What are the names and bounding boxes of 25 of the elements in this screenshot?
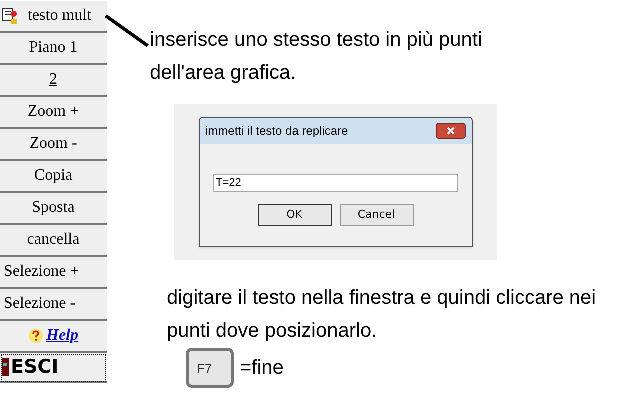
- toolbar-button[interactable]: Sposta: [0, 193, 107, 225]
- dialog-title: immetti il testo da replicare: [206, 123, 348, 140]
- toolbar-button[interactable]: cancella: [0, 225, 107, 257]
- toolbar-button[interactable]: Selezione -: [0, 289, 107, 321]
- instruction-text: digitare il testo nella finestra e quindi cliccare nei punti dove posizionarlo.: [167, 286, 598, 344]
- toolbar-button[interactable]: testo mult: [0, 1, 107, 33]
- key-meaning: =fine: [240, 356, 284, 381]
- help-button[interactable]: Help: [0, 321, 107, 353]
- dialog-button[interactable]: Cancel: [340, 204, 414, 226]
- text-field[interactable]: T=22: [213, 174, 458, 192]
- close-icon: [446, 127, 454, 135]
- document-icon: [2, 8, 18, 24]
- key-cap: F7: [186, 348, 234, 388]
- toolbar-button[interactable]: Selezione +: [0, 257, 107, 289]
- description-text: inserisce uno stesso testo in più punti dell'area grafica.: [150, 28, 484, 86]
- toolbar-button[interactable]: Zoom +: [0, 97, 107, 129]
- toolbar-button[interactable]: Piano 1: [0, 33, 107, 65]
- close-button[interactable]: [436, 123, 466, 139]
- toolbar-button[interactable]: Copia: [0, 161, 107, 193]
- dialog-button[interactable]: OK: [258, 204, 332, 226]
- exit-button[interactable]: ESCI: [0, 353, 107, 383]
- toolbar-button[interactable]: 2: [0, 65, 107, 97]
- question-icon: [28, 329, 42, 343]
- toolbar-button[interactable]: Zoom -: [0, 129, 107, 161]
- door-icon: [2, 358, 9, 376]
